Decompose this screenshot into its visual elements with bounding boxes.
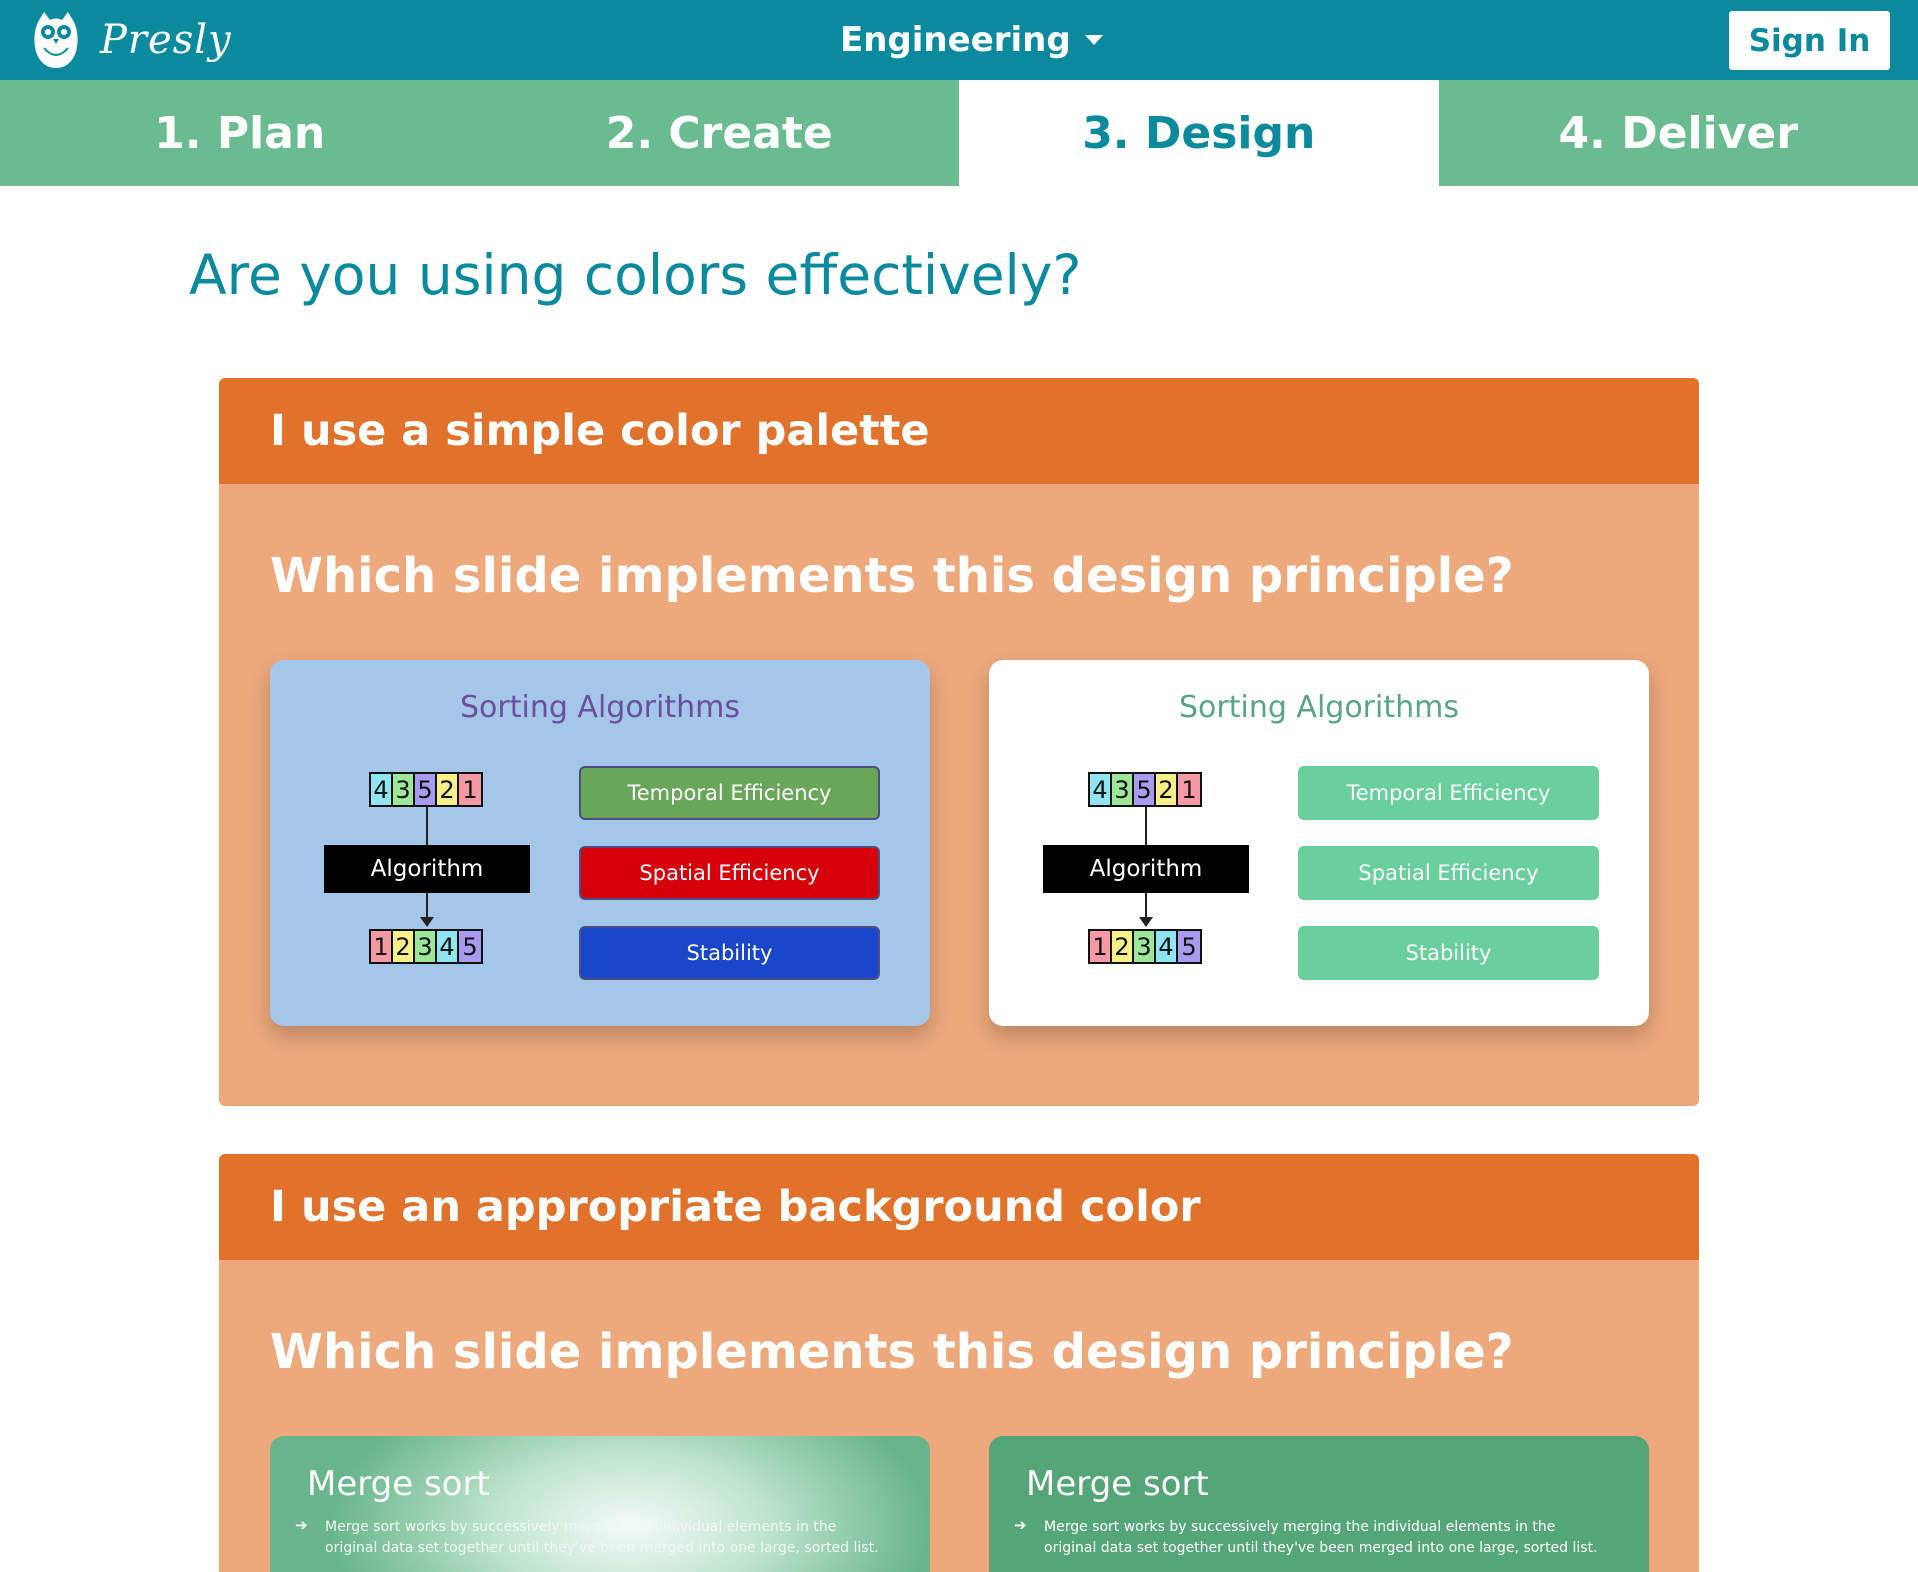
array-cell: 2 [1112, 931, 1134, 962]
array-cell: 1 [1090, 931, 1112, 962]
array-cell: 3 [1134, 931, 1156, 962]
array-cell: 5 [1178, 931, 1200, 962]
spatial-efficiency-label: Spatial Efficiency [579, 846, 880, 900]
array-cell: 5 [459, 931, 481, 962]
input-array: 4 3 5 2 1 [369, 772, 483, 807]
output-array: 1 2 3 4 5 [369, 929, 483, 964]
array-cell: 2 [393, 931, 415, 962]
sorting-diagram: 4 3 5 2 1 Algorithm 1 2 3 4 5 [324, 772, 530, 978]
array-cell: 3 [1112, 774, 1134, 805]
department-dropdown[interactable]: Engineering [840, 18, 1103, 62]
stability-label: Stability [579, 926, 880, 980]
tab-design[interactable]: 3. Design [959, 80, 1439, 186]
arrow-down-icon [1139, 917, 1153, 927]
top-navbar: Presly Engineering Sign In [0, 0, 1918, 80]
array-cell: 1 [459, 774, 481, 805]
principle-title: I use an appropriate background color [219, 1154, 1699, 1260]
array-cell: 3 [393, 774, 415, 805]
slide-option-a[interactable]: Merge sort ➔ Merge sort works by success… [270, 1436, 930, 1572]
array-cell: 2 [1156, 774, 1178, 805]
arrow-down-icon [420, 917, 434, 927]
slide-option-a[interactable]: Sorting Algorithms 4 3 5 2 1 Algorithm 1… [270, 660, 930, 1026]
principle-title: I use a simple color palette [219, 378, 1699, 484]
tab-plan[interactable]: 1. Plan [0, 80, 480, 186]
department-label: Engineering [840, 20, 1071, 60]
sign-in-button[interactable]: Sign In [1729, 11, 1890, 70]
spatial-efficiency-label: Spatial Efficiency [1298, 846, 1599, 900]
array-cell: 5 [415, 774, 437, 805]
array-cell: 1 [1178, 774, 1200, 805]
slide-title: Merge sort [1026, 1464, 1209, 1504]
array-cell: 3 [415, 931, 437, 962]
caret-down-icon [1084, 35, 1103, 45]
principle-card: I use a simple color palette Which slide… [219, 378, 1699, 1106]
slide-title: Sorting Algorithms [460, 690, 740, 725]
slide-bullet: Merge sort works by successively merging… [325, 1519, 879, 1556]
step-tabs: 1. Plan 2. Create 3. Design 4. Deliver [0, 80, 1918, 186]
algorithm-box: Algorithm [1043, 845, 1249, 893]
temporal-efficiency-label: Temporal Efficiency [1298, 766, 1599, 820]
array-cell: 4 [437, 931, 459, 962]
slide-option-b[interactable]: Sorting Algorithms 4 3 5 2 1 Algorithm 1… [989, 660, 1649, 1026]
array-cell: 5 [1134, 774, 1156, 805]
principle-card: I use an appropriate background color Wh… [219, 1154, 1699, 1572]
slide-option-b[interactable]: Merge sort ➔ Merge sort works by success… [989, 1436, 1649, 1572]
brand-name: Presly [100, 17, 232, 63]
owl-icon [34, 12, 78, 68]
temporal-efficiency-label: Temporal Efficiency [579, 766, 880, 820]
connector-line [1145, 807, 1147, 845]
algorithm-box: Algorithm [324, 845, 530, 893]
array-cell: 2 [437, 774, 459, 805]
principle-question: Which slide implements this design princ… [270, 1324, 1514, 1380]
array-cell: 4 [371, 774, 393, 805]
output-array: 1 2 3 4 5 [1088, 929, 1202, 964]
array-cell: 4 [1156, 931, 1178, 962]
arrow-right-icon: ➔ [295, 1516, 308, 1534]
array-cell: 4 [1090, 774, 1112, 805]
brand-logo[interactable]: Presly [30, 8, 232, 72]
principle-question: Which slide implements this design princ… [270, 548, 1514, 604]
arrow-right-icon: ➔ [1014, 1516, 1027, 1534]
tab-create[interactable]: 2. Create [480, 80, 960, 186]
slide-title: Sorting Algorithms [1179, 690, 1459, 725]
slide-title: Merge sort [307, 1464, 490, 1504]
tab-deliver[interactable]: 4. Deliver [1439, 80, 1918, 186]
connector-line [426, 807, 428, 845]
sorting-diagram: 4 3 5 2 1 Algorithm 1 2 3 4 5 [1043, 772, 1249, 978]
slide-bullet: Merge sort works by successively merging… [1044, 1519, 1598, 1556]
page-title: Are you using colors effectively? [189, 243, 1082, 307]
array-cell: 1 [371, 931, 393, 962]
stability-label: Stability [1298, 926, 1599, 980]
input-array: 4 3 5 2 1 [1088, 772, 1202, 807]
